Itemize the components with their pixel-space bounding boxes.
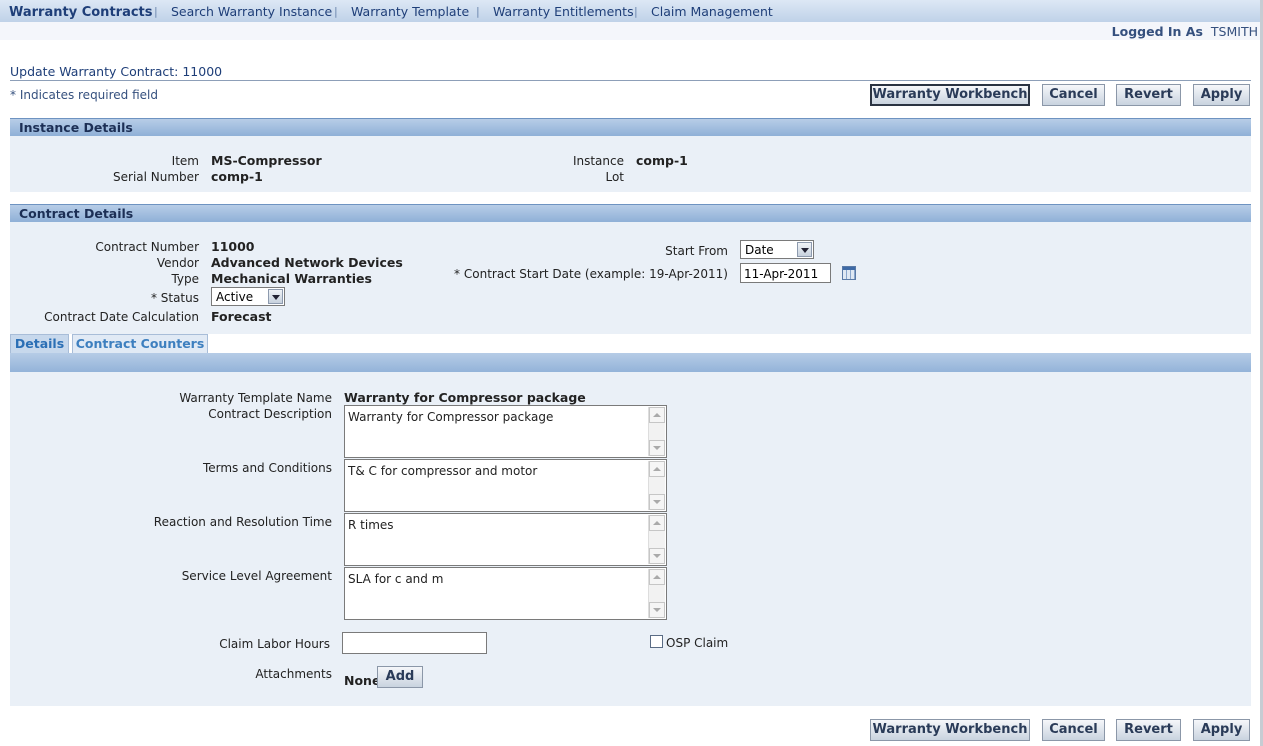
nav-tab-search-warranty-instance[interactable]: Search Warranty Instance xyxy=(171,4,332,19)
nav-tab-claim-management[interactable]: Claim Management xyxy=(651,4,773,19)
title-divider xyxy=(10,80,1251,81)
status-label: * Status xyxy=(150,291,199,305)
nav-separator: | xyxy=(154,5,158,18)
scroll-down-icon[interactable] xyxy=(649,548,665,564)
type-value: Mechanical Warranties xyxy=(211,271,372,286)
scroll-up-icon[interactable] xyxy=(649,407,665,423)
start-from-selected-value: Date xyxy=(745,243,774,257)
revert-button[interactable]: Revert xyxy=(1116,84,1181,106)
scrollbar[interactable] xyxy=(648,569,665,618)
calendar-icon[interactable] xyxy=(842,266,856,280)
service-level-agreement-text: SLA for c and m xyxy=(348,572,444,586)
scroll-down-icon[interactable] xyxy=(649,602,665,618)
contract-start-date-input[interactable]: 11-Apr-2011 xyxy=(740,263,831,283)
reaction-resolution-text: R times xyxy=(348,518,394,532)
serial-number-value: comp-1 xyxy=(211,169,263,184)
date-calculation-value: Forecast xyxy=(211,309,272,324)
warranty-workbench-button[interactable]: Warranty Workbench xyxy=(870,84,1030,106)
warranty-template-label: Warranty Template Name xyxy=(179,391,332,405)
scrollbar[interactable] xyxy=(648,461,665,510)
serial-number-label: Serial Number xyxy=(113,170,199,184)
instance-details-header: Instance Details xyxy=(10,118,1251,136)
date-calculation-label: Contract Date Calculation xyxy=(44,310,199,324)
reaction-resolution-label: Reaction and Resolution Time xyxy=(153,515,332,529)
attachments-label: Attachments xyxy=(255,667,332,681)
contract-description-textarea[interactable]: Warranty for Compressor package xyxy=(344,405,667,458)
revert-button-bottom[interactable]: Revert xyxy=(1116,719,1181,741)
contract-description-label: Contract Description xyxy=(208,407,332,421)
terms-conditions-textarea[interactable]: T& C for compressor and motor xyxy=(344,459,667,512)
claim-labor-hours-label: Claim Labor Hours xyxy=(219,637,330,651)
warranty-workbench-button-bottom[interactable]: Warranty Workbench xyxy=(870,719,1030,741)
tab-contract-counters[interactable]: Contract Counters xyxy=(72,334,208,353)
warranty-template-value: Warranty for Compressor package xyxy=(344,390,586,405)
terms-conditions-text: T& C for compressor and motor xyxy=(348,464,538,478)
top-navigation-bar: Warranty Contracts | Search Warranty Ins… xyxy=(0,0,1260,23)
scroll-up-icon[interactable] xyxy=(649,569,665,585)
nav-tab-warranty-contracts[interactable]: Warranty Contracts xyxy=(9,5,153,20)
global-subheader xyxy=(0,22,1260,40)
nav-separator: | xyxy=(476,5,480,18)
osp-claim-label: OSP Claim xyxy=(666,636,729,650)
contract-number-value: 11000 xyxy=(211,239,255,254)
apply-button-bottom[interactable]: Apply xyxy=(1193,719,1250,741)
nav-tab-warranty-template[interactable]: Warranty Template xyxy=(351,4,469,19)
attachments-value: None xyxy=(344,673,381,688)
start-from-select[interactable]: Date xyxy=(740,240,814,259)
add-attachment-button[interactable]: Add xyxy=(377,666,423,688)
instance-value: comp-1 xyxy=(636,153,688,168)
service-level-agreement-textarea[interactable]: SLA for c and m xyxy=(344,567,667,620)
contract-description-text: Warranty for Compressor package xyxy=(348,410,554,424)
service-level-agreement-label: Service Level Agreement xyxy=(181,569,332,583)
scroll-up-icon[interactable] xyxy=(649,515,665,531)
claim-labor-hours-input[interactable] xyxy=(342,632,487,654)
contract-start-date-label: * Contract Start Date (example: 19-Apr-2… xyxy=(454,267,728,281)
scrollbar[interactable] xyxy=(648,407,665,456)
status-selected-value: Active xyxy=(216,290,254,304)
tab-details[interactable]: Details xyxy=(10,334,69,353)
logged-in-info: Logged In As TSMITH xyxy=(1112,24,1258,39)
terms-conditions-label: Terms and Conditions xyxy=(202,461,332,475)
start-from-label: Start From xyxy=(665,244,728,258)
contract-details-title: Contract Details xyxy=(19,206,134,221)
status-select[interactable]: Active xyxy=(211,287,285,306)
type-label: Type xyxy=(171,272,199,286)
nav-tab-warranty-entitlements[interactable]: Warranty Entitlements xyxy=(493,4,634,19)
vendor-label: Vendor xyxy=(156,256,199,270)
apply-button[interactable]: Apply xyxy=(1193,84,1250,106)
nav-separator: | xyxy=(634,5,638,18)
item-value: MS-Compressor xyxy=(211,153,322,168)
nav-separator: | xyxy=(334,5,338,18)
scroll-up-icon[interactable] xyxy=(649,461,665,477)
osp-claim-checkbox[interactable] xyxy=(650,635,663,648)
page-title: Update Warranty Contract: 11000 xyxy=(10,64,223,79)
instance-details-title: Instance Details xyxy=(19,120,133,135)
tab-content-bar xyxy=(10,353,1251,372)
cancel-button[interactable]: Cancel xyxy=(1042,84,1105,106)
instance-label: Instance xyxy=(572,154,624,168)
scroll-down-icon[interactable] xyxy=(649,494,665,510)
chevron-down-icon[interactable] xyxy=(797,242,812,257)
cancel-button-bottom[interactable]: Cancel xyxy=(1042,719,1105,741)
lot-label: Lot xyxy=(605,170,624,184)
username: TSMITH xyxy=(1210,24,1258,39)
vendor-value: Advanced Network Devices xyxy=(211,255,403,270)
logged-in-label: Logged In As xyxy=(1111,24,1203,39)
scrollbar[interactable] xyxy=(648,515,665,564)
item-label: Item xyxy=(171,154,199,168)
chevron-down-icon[interactable] xyxy=(268,289,283,304)
contract-number-label: Contract Number xyxy=(95,240,199,254)
required-field-note: * Indicates required field xyxy=(10,88,159,102)
contract-details-header: Contract Details xyxy=(10,204,1251,222)
scroll-down-icon[interactable] xyxy=(649,440,665,456)
reaction-resolution-textarea[interactable]: R times xyxy=(344,513,667,566)
